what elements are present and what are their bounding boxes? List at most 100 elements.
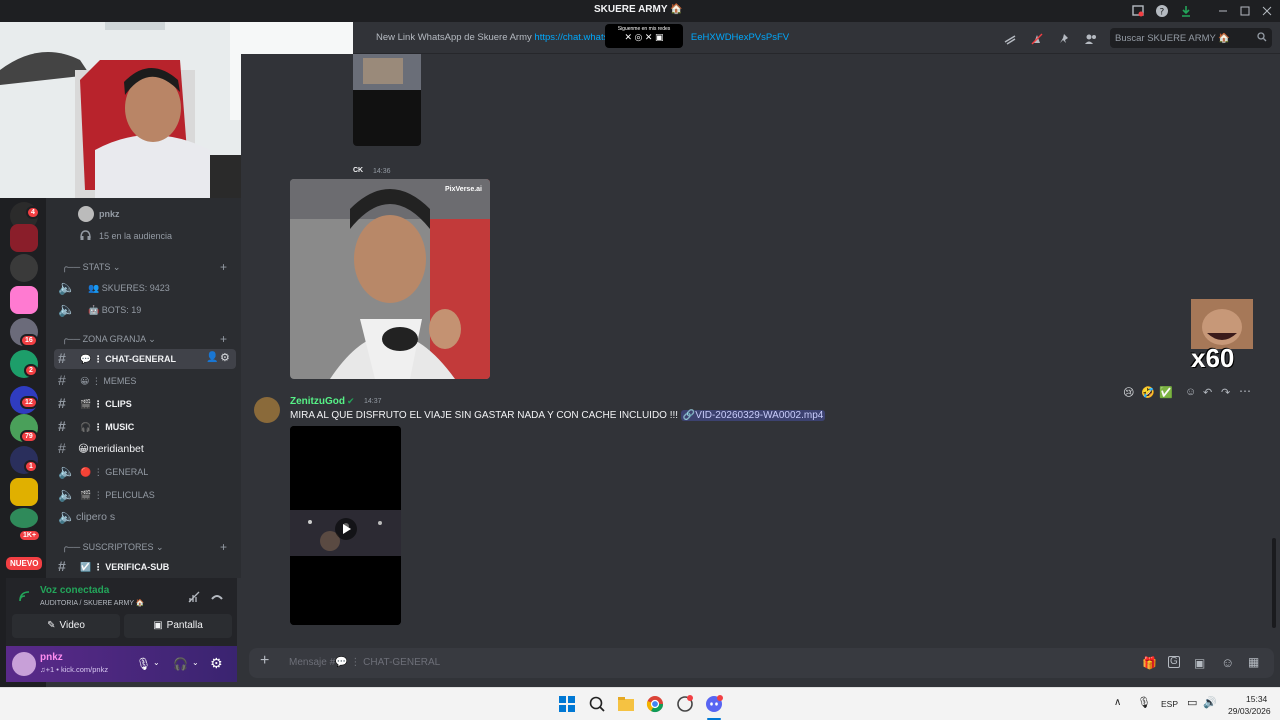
voice-channel-general[interactable]: 🔈 🔴 ⋮ GENERAL [54,462,236,482]
windows-start-icon[interactable] [558,695,576,713]
category-stats[interactable]: ╭── STATS ⌄ [62,262,120,273]
invite-icon[interactable]: 👤 [206,352,218,363]
voice-channel-skueres[interactable]: 🔈 👥 SKUERES: 9423 [54,278,236,298]
speaker-icon: 🔈 [58,463,76,479]
video-label: Video [59,620,85,631]
language-indicator[interactable]: ESP [1161,699,1178,709]
chevron-up-icon[interactable]: ∧ [1114,697,1121,708]
avatar[interactable] [254,397,280,423]
stage-audience-count: 15 en la audiencia [99,231,173,241]
chrome-icon[interactable] [646,695,664,713]
voice-channel-bots[interactable]: 🔈 🤖 BOTS: 19 [54,300,236,320]
reply-icon[interactable]: ↶ [1203,386,1212,399]
gif-icon[interactable]: G [1168,656,1180,668]
message-timestamp: 14:36 [373,168,391,175]
screen-share-button[interactable]: ▣ Pantalla [124,614,232,638]
channel-meridianbet[interactable]: # 😀meridianbet [54,439,236,459]
more-options-icon[interactable]: ⋯ [1239,384,1251,398]
title-bar: SKUERE ARMY 🏠 ? [0,0,1280,22]
server-icon[interactable] [10,478,38,506]
help-icon[interactable]: ? [1155,4,1169,18]
topic-link-tail[interactable]: EeHXWDHexPVsPsFV [691,32,789,43]
message-composer[interactable]: + Mensaje #💬 ⋮ CHAT-GENERAL 🎁 G ▣ ☺ ▦ [249,648,1274,678]
hash-icon: # [58,350,66,366]
reaction-emoji-icon[interactable]: 🤣 [1141,386,1155,399]
reaction-emoji-icon[interactable]: 😢 [1123,386,1134,399]
category-suscriptores[interactable]: ╭── SUSCRIPTORES ⌄ [62,542,164,553]
chevron-down-icon[interactable]: ⌄ [192,658,199,667]
add-attachment-icon[interactable]: + [260,652,269,670]
mute-notifications-icon[interactable] [1030,32,1044,46]
headphones-icon[interactable]: 🎧 [173,657,188,671]
clock-date[interactable]: 29/03/2026 [1228,706,1271,716]
noise-suppression-icon[interactable] [187,590,201,604]
channel-memes[interactable]: # 😀 ⋮ MEMES [54,371,236,391]
svg-text:?: ? [1160,8,1165,18]
voice-status[interactable]: Voz conectada [40,585,109,596]
category-zona-granja[interactable]: ╭── ZONA GRANJA ⌄ [62,334,156,345]
app-icon[interactable] [676,695,694,713]
discord-icon[interactable] [705,695,723,713]
message-image[interactable] [353,54,421,146]
inbox-icon[interactable] [1131,4,1145,18]
server-badge: 1K+ [18,529,42,542]
channel-chat-general[interactable]: # 💬 ⋮ CHAT-GENERAL 👤 ⚙ [54,349,236,369]
server-icon[interactable] [10,254,38,282]
channel-clips[interactable]: # 🎬 ⋮ CLIPS [54,394,236,414]
avatar[interactable] [12,652,36,676]
microphone-icon[interactable]: 🎙 [1137,696,1151,709]
server-icon[interactable] [10,508,38,528]
message-content: MIRA AL QUE DISFRUTO EL VIAJE SIN GASTAR… [290,410,826,421]
apps-icon[interactable]: ▦ [1248,655,1259,669]
voice-channel-peliculas[interactable]: 🔈 🎬 ⋮ PELICULAS [54,485,236,505]
search-icon[interactable] [588,695,606,713]
clock-time[interactable]: 15:34 [1246,694,1267,704]
disconnect-icon[interactable] [210,590,224,604]
server-badge: 1 [24,460,38,473]
gift-icon[interactable]: 🎁 [1142,656,1157,670]
video-attachment[interactable] [290,426,401,625]
add-channel-button[interactable]: + [220,540,227,554]
threads-icon[interactable] [1003,32,1017,46]
voice-location[interactable]: AUDITORIA / SKUERE ARMY 🏠 [40,599,145,607]
close-icon[interactable] [1260,4,1274,18]
user-name: pnkz [40,652,63,663]
server-badge: 4 [26,206,40,219]
maximize-icon[interactable] [1238,4,1252,18]
emoji-icon[interactable]: ☺ [1221,655,1234,670]
add-reaction-icon[interactable]: ☺ [1185,386,1196,398]
search-input[interactable]: Buscar SKUERE ARMY 🏠 [1110,28,1272,48]
voice-channel-cliperos[interactable]: 🔈 clipero s [54,507,236,527]
video-button[interactable]: ✎ Video [12,614,120,638]
sticker-icon[interactable]: ▣ [1194,656,1205,670]
file-explorer-icon[interactable] [617,695,635,713]
server-icon[interactable] [10,224,38,252]
server-badge: 2 [24,364,38,377]
volume-icon[interactable]: 🔊 [1203,696,1217,709]
server-icon[interactable] [10,286,38,314]
channel-verifica-sub[interactable]: # ☑️ ⋮ VERIFICA-SUB [54,557,236,577]
hash-icon: # [58,558,66,574]
add-channel-button[interactable]: + [220,332,227,346]
scrollbar[interactable] [1272,538,1276,628]
pin-icon[interactable] [1057,32,1071,46]
add-channel-button[interactable]: + [220,260,227,274]
members-icon[interactable] [1084,32,1098,46]
forward-icon[interactable]: ↷ [1221,386,1230,399]
message-author[interactable]: CK [353,167,363,174]
minimize-icon[interactable] [1216,4,1230,18]
network-icon[interactable]: ▭ [1187,696,1197,709]
microphone-icon[interactable]: 🎙 [136,657,151,671]
check-emoji-icon[interactable]: ✅ [1159,386,1173,399]
chevron-down-icon[interactable]: ⌄ [153,658,160,667]
play-icon[interactable] [335,518,357,540]
stage-user-name[interactable]: pnkz [99,209,120,219]
download-icon[interactable] [1179,4,1193,18]
channel-music[interactable]: # 🎧 ⋮ MUSIC [54,417,236,437]
hash-icon: # [58,372,66,388]
message-image[interactable]: PixVerse.ai [290,179,490,379]
gear-icon[interactable]: ⚙ [220,351,230,364]
settings-gear-icon[interactable]: ⚙ [210,655,223,672]
message-author[interactable]: ZenitzuGod [290,396,345,407]
attachment-link[interactable]: 🔗VID-20260329-WA0002.mp4 [680,410,826,421]
